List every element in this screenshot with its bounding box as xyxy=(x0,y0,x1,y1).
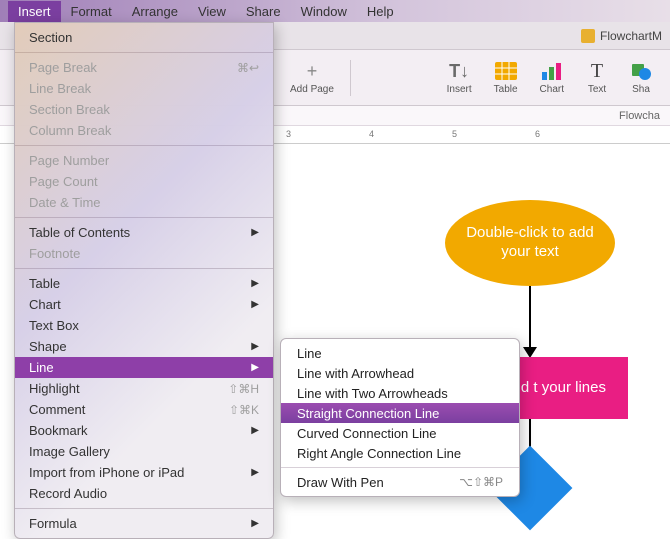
toolbar-shape[interactable]: Sha xyxy=(620,56,662,99)
insert-menu-item-section-break: Section Break xyxy=(15,99,273,120)
line-submenu-item-line-with-arrowhead[interactable]: Line with Arrowhead xyxy=(281,363,519,383)
insert-menu-item-section[interactable]: Section xyxy=(15,27,273,48)
menubar-help[interactable]: Help xyxy=(357,1,404,22)
insert-icon: T↓ xyxy=(448,60,470,82)
submenu-arrow-icon: ▶ xyxy=(251,299,259,310)
toolbar-table[interactable]: Table xyxy=(484,56,528,99)
insert-menu-item-table-of-contents[interactable]: Table of Contents▶ xyxy=(15,222,273,243)
shape-icon xyxy=(630,60,652,82)
line-submenu-item-curved-connection-line[interactable]: Curved Connection Line xyxy=(281,423,519,443)
menubar-arrange[interactable]: Arrange xyxy=(122,1,188,22)
menubar-window[interactable]: Window xyxy=(291,1,357,22)
insert-menu-item-import-from-iphone-or-ipad[interactable]: Import from iPhone or iPad▶ xyxy=(15,462,273,483)
insert-menu-item-chart[interactable]: Chart▶ xyxy=(15,294,273,315)
submenu-arrow-icon: ▶ xyxy=(251,341,259,352)
insert-menu-item-line-break: Line Break xyxy=(15,78,273,99)
submenu-arrow-icon: ▶ xyxy=(251,518,259,529)
line-submenu-item-straight-connection-line[interactable]: Straight Connection Line xyxy=(281,403,519,423)
menubar-insert[interactable]: Insert xyxy=(8,1,61,22)
insert-menu-item-table[interactable]: Table▶ xyxy=(15,273,273,294)
insert-menu-item-image-gallery[interactable]: Image Gallery xyxy=(15,441,273,462)
menubar-share[interactable]: Share xyxy=(236,1,291,22)
submenu-arrow-icon: ▶ xyxy=(251,278,259,289)
flowchart-arrow-1[interactable] xyxy=(529,286,531,350)
chart-icon xyxy=(541,60,563,82)
submenu-arrow-icon: ▶ xyxy=(251,425,259,436)
insert-menu-item-page-number: Page Number xyxy=(15,150,273,171)
insert-menu: Section Page Break⌘↩Line BreakSection Bre… xyxy=(14,22,274,539)
insert-menu-item-page-break: Page Break⌘↩ xyxy=(15,57,273,78)
menubar: Insert Format Arrange View Share Window … xyxy=(0,0,670,22)
insert-menu-item-column-break: Column Break xyxy=(15,120,273,141)
insert-menu-item-formula[interactable]: Formula▶ xyxy=(15,513,273,534)
insert-menu-item-highlight[interactable]: Highlight⇧⌘H xyxy=(15,378,273,399)
submenu-arrow-icon: ▶ xyxy=(251,467,259,478)
submenu-arrow-icon: ▶ xyxy=(251,362,259,373)
insert-menu-item-page-count: Page Count xyxy=(15,171,273,192)
plus-icon: + xyxy=(301,60,323,82)
insert-menu-item-text-box[interactable]: Text Box xyxy=(15,315,273,336)
line-submenu-item-line-with-two-arrowheads[interactable]: Line with Two Arrowheads xyxy=(281,383,519,403)
line-submenu-item-line[interactable]: Line xyxy=(281,343,519,363)
insert-menu-item-footnote: Footnote xyxy=(15,243,273,264)
toolbar-add-page[interactable]: + Add Page xyxy=(280,56,344,99)
insert-menu-item-bookmark[interactable]: Bookmark▶ xyxy=(15,420,273,441)
insert-menu-item-shape[interactable]: Shape▶ xyxy=(15,336,273,357)
text-icon: T xyxy=(586,60,608,82)
insert-menu-item-date-time: Date & Time xyxy=(15,192,273,213)
table-icon xyxy=(495,60,517,82)
toolbar-separator xyxy=(350,60,351,96)
insert-menu-item-line[interactable]: Line▶ xyxy=(15,357,273,378)
insert-menu-item-record-audio[interactable]: Record Audio xyxy=(15,483,273,504)
document-title: FlowchartM xyxy=(600,29,662,43)
line-submenu-item-draw-with-pen[interactable]: Draw With Pen⌥⇧⌘P xyxy=(281,472,519,492)
menubar-format[interactable]: Format xyxy=(61,1,122,22)
toolbar-text[interactable]: T Text xyxy=(576,56,618,99)
insert-menu-item-comment[interactable]: Comment⇧⌘K xyxy=(15,399,273,420)
flowchart-ellipse[interactable]: Double-click to add your text xyxy=(445,200,615,286)
toolbar-chart[interactable]: Chart xyxy=(530,56,574,99)
submenu-arrow-icon: ▶ xyxy=(251,227,259,238)
menubar-view[interactable]: View xyxy=(188,1,236,22)
toolbar-insert[interactable]: T↓ Insert xyxy=(437,56,482,99)
line-submenu-item-right-angle-connection-line[interactable]: Right Angle Connection Line xyxy=(281,443,519,463)
line-submenu: LineLine with ArrowheadLine with Two Arr… xyxy=(280,338,520,497)
document-icon xyxy=(581,29,595,43)
